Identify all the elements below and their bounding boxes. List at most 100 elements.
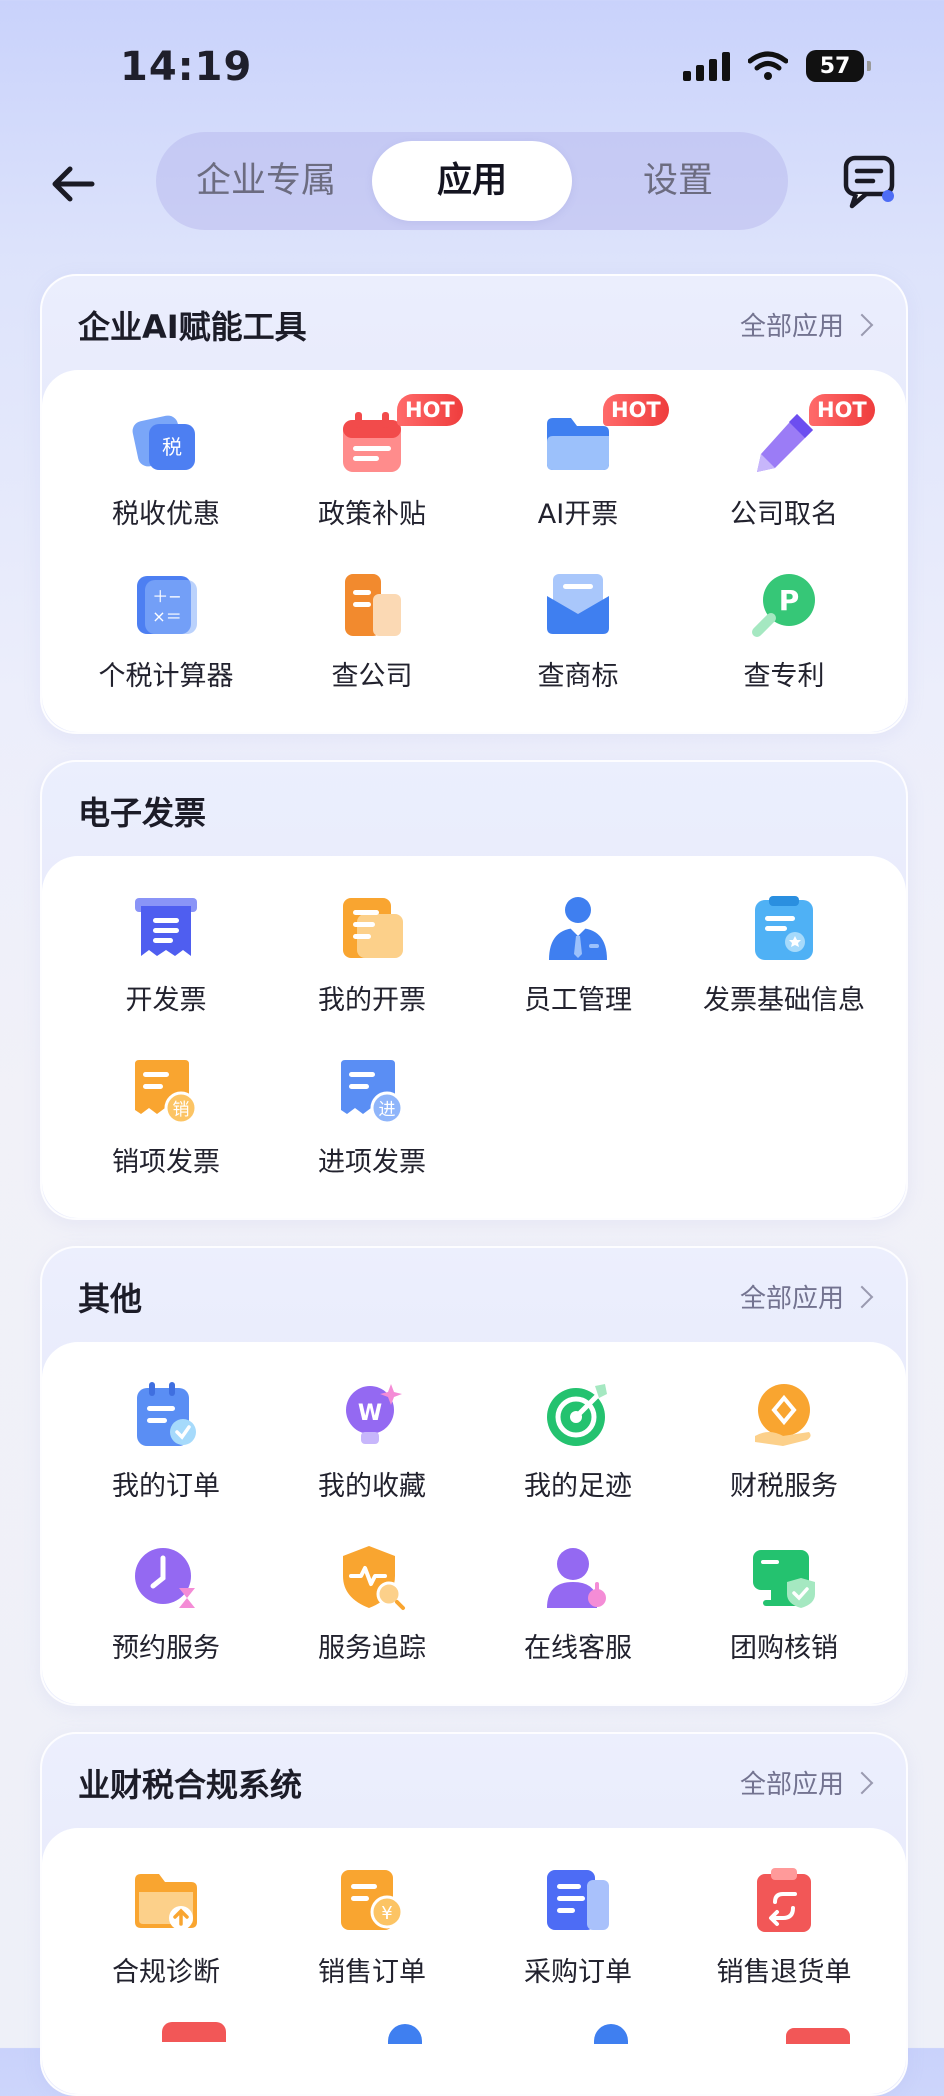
app-my-invoices[interactable]: 我的开票	[269, 876, 475, 1026]
app-company-naming[interactable]: HOT 公司取名	[681, 390, 887, 540]
status-bar: 14:19 57	[0, 0, 944, 140]
section-title: 企业AI赋能工具	[78, 308, 307, 346]
app-employee-management[interactable]: 员工管理	[475, 876, 681, 1026]
svg-text:进: 进	[379, 1100, 396, 1120]
svg-text:W: W	[358, 1401, 382, 1426]
svg-text:P: P	[779, 584, 800, 617]
hot-badge: HOT	[397, 394, 463, 426]
clipboard-icon	[755, 896, 813, 960]
app-group-buy-redemption[interactable]: 团购核销	[681, 1524, 887, 1674]
app-sales-invoices[interactable]: 销 销项发票	[63, 1038, 269, 1188]
app-sales-return-order[interactable]: 销售退货单	[681, 1848, 887, 1998]
mail-icon	[547, 574, 609, 634]
section-ai-tools: 企业AI赋能工具 全部应用 税 税收优惠 HOT 政策补贴 HOT AI开票 H…	[40, 274, 908, 734]
all-apps-label: 全部应用	[739, 312, 844, 342]
app-query-company[interactable]: 查公司	[269, 552, 475, 702]
app-label: 销售退货单	[716, 1957, 852, 1988]
monitor-check-icon	[753, 1550, 815, 1608]
partial-app-icon	[786, 2028, 850, 2044]
app-purchase-order[interactable]: 采购订单	[475, 1848, 681, 1998]
app-invoice-basic-info[interactable]: 发票基础信息	[681, 876, 887, 1026]
hot-badge: HOT	[809, 394, 875, 426]
app-compliance-diagnosis[interactable]: 合规诊断	[63, 1848, 269, 1998]
app-ai-invoice[interactable]: HOT AI开票	[475, 390, 681, 540]
app-appointment-service[interactable]: 预约服务	[63, 1524, 269, 1674]
app-label: 查专利	[743, 661, 825, 692]
section-title: 业财税合规系统	[78, 1766, 303, 1804]
app-label: 采购订单	[524, 1957, 632, 1988]
app-policy-subsidy[interactable]: HOT 政策补贴	[269, 390, 475, 540]
segmented-tabs: 企业专属 应用 设置	[156, 132, 788, 230]
svg-text:税: 税	[162, 435, 182, 459]
app-sales-order[interactable]: ¥ 销售订单	[269, 1848, 475, 1998]
app-label: 我的订单	[112, 1471, 220, 1502]
app-label: 开发票	[125, 985, 207, 1016]
app-label: 员工管理	[524, 985, 632, 1016]
section-title: 其他	[78, 1280, 143, 1318]
app-label: 团购核销	[730, 1633, 838, 1664]
all-apps-link[interactable]: 全部应用	[740, 1764, 874, 1801]
clock-icon	[135, 1548, 195, 1608]
section-compliance-system: 业财税合规系统 全部应用 合规诊断 ¥ 销售订单 采购订单 销售退货单	[40, 1732, 908, 2096]
wifi-icon	[748, 51, 788, 80]
app-issue-invoice[interactable]: 开发票	[63, 876, 269, 1026]
app-online-support[interactable]: 在线客服	[475, 1524, 681, 1674]
app-service-tracking[interactable]: 服务追踪	[269, 1524, 475, 1674]
target-icon	[547, 1384, 607, 1446]
folder-upload-icon	[135, 1874, 197, 1930]
status-icons: 57	[683, 50, 871, 82]
section-e-invoice: 电子发票 开发票 我的开票 员工管理 发票基础信息 销 销项发票 进 进项发票	[40, 760, 908, 1220]
building-icon	[345, 574, 401, 636]
app-label: 合规诊断	[112, 1957, 220, 1988]
svg-text:销: 销	[173, 1100, 190, 1120]
app-finance-tax-service[interactable]: 财税服务	[681, 1362, 887, 1512]
app-label: 发票基础信息	[703, 985, 865, 1016]
app-label: 政策补贴	[318, 499, 426, 530]
return-order-icon	[757, 1868, 811, 1932]
section-body: 我的订单 W 我的收藏 我的足迹 财税服务 预约服务 服务追踪 在线客服 团购核…	[42, 1342, 906, 1704]
cellular-signal-icon	[683, 51, 730, 81]
shield-search-icon	[343, 1546, 405, 1610]
all-apps-label: 全部应用	[739, 1284, 844, 1314]
sales-invoice-icon: 销	[135, 1060, 198, 1125]
app-label: 销售订单	[318, 1957, 426, 1988]
app-label: 预约服务	[112, 1633, 220, 1664]
employee-icon	[549, 897, 607, 960]
partial-app-icon	[594, 2024, 628, 2044]
status-time: 14:19	[120, 44, 253, 90]
app-tax-calculator[interactable]: ＋− ×＝ 个税计算器	[63, 552, 269, 702]
app-label: 我的开票	[318, 985, 426, 1016]
calculator-icon: ＋−×＝	[137, 576, 197, 634]
all-apps-link[interactable]: 全部应用	[739, 306, 874, 343]
tab-enterprise[interactable]: 企业专属	[164, 141, 368, 221]
svg-text:＋−: ＋−	[152, 587, 181, 606]
app-query-trademark[interactable]: 查商标	[475, 552, 681, 702]
app-label: 销项发票	[112, 1147, 220, 1178]
chevron-right-icon	[850, 1771, 874, 1794]
app-my-favorites[interactable]: W 我的收藏	[269, 1362, 475, 1512]
app-query-patent[interactable]: P 查专利	[681, 552, 887, 702]
app-input-invoices[interactable]: 进 进项发票	[269, 1038, 475, 1188]
app-label: AI开票	[537, 499, 619, 530]
partial-app-icon	[388, 2024, 422, 2044]
section-others: 其他 全部应用 我的订单 W 我的收藏 我的足迹 财税服务 预约服务 服务追踪 …	[40, 1246, 908, 1706]
app-my-footprint[interactable]: 我的足迹	[475, 1362, 681, 1512]
app-label: 税收优惠	[112, 499, 220, 530]
message-icon[interactable]	[840, 152, 900, 212]
section-body: 合规诊断 ¥ 销售订单 采购订单 销售退货单	[42, 1828, 906, 2094]
tab-settings[interactable]: 设置	[576, 141, 780, 221]
finance-service-icon	[755, 1384, 811, 1446]
battery-icon: 57	[806, 50, 871, 82]
tab-apps[interactable]: 应用	[372, 141, 572, 221]
app-label: 进项发票	[318, 1147, 426, 1178]
app-tax-benefit[interactable]: 税 税收优惠	[63, 390, 269, 540]
section-title: 电子发票	[78, 794, 207, 832]
favorite-icon: W	[346, 1384, 402, 1444]
section-body: 税 税收优惠 HOT 政策补贴 HOT AI开票 HOT 公司取名 ＋− ×＝ 个…	[42, 370, 906, 732]
app-label: 财税服务	[730, 1471, 838, 1502]
back-arrow-icon[interactable]	[44, 154, 104, 214]
app-label: 在线客服	[524, 1633, 632, 1664]
app-label: 查公司	[331, 661, 413, 692]
app-my-orders[interactable]: 我的订单	[63, 1362, 269, 1512]
all-apps-link[interactable]: 全部应用	[739, 1278, 874, 1315]
